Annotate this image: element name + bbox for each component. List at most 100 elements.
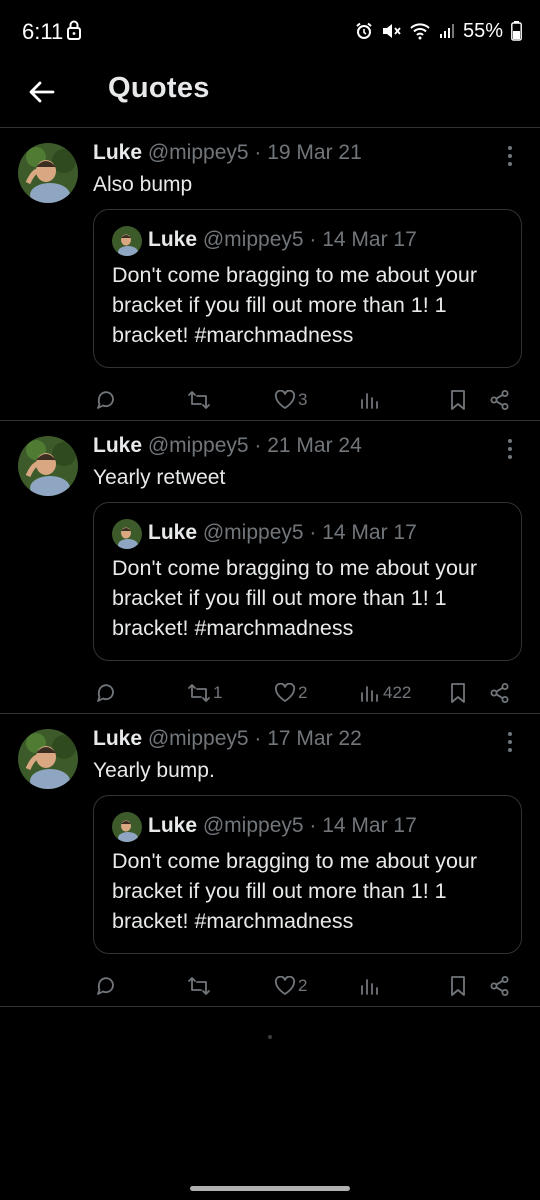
share-button[interactable] (489, 969, 511, 1003)
tweet-text: Also bump (93, 173, 193, 196)
bookmark-button[interactable] (448, 969, 468, 1003)
handle-date: @mippey5 · 17 Mar 22 (147, 727, 362, 750)
quote-tweet[interactable]: Luke @mippey5 · 17 Mar 22 Yearly bump. L… (0, 715, 540, 1007)
more-options-button[interactable] (500, 143, 520, 169)
tweet-text: Yearly bump. (93, 759, 215, 782)
views-button[interactable] (359, 383, 383, 417)
like-button[interactable]: 3 (274, 383, 307, 417)
wifi-icon (410, 23, 430, 40)
retweet-count: 1 (213, 683, 223, 702)
retweet-icon (188, 977, 210, 995)
reply-icon (97, 684, 114, 702)
avatar[interactable] (18, 729, 78, 789)
page-title: Quotes (108, 72, 210, 104)
reply-icon (97, 977, 114, 995)
reply-button[interactable] (95, 383, 119, 417)
quoted-avatar (112, 812, 142, 842)
share-button[interactable] (489, 383, 511, 417)
quoted-handle-date: @mippey5 · 14 Mar 17 (202, 228, 417, 251)
views-count: 422 (383, 683, 412, 702)
quoted-tweet[interactable]: Luke @mippey5 · 14 Mar 17 Don't come bra… (93, 209, 522, 368)
quoted-tweet[interactable]: Luke @mippey5 · 14 Mar 17 Don't come bra… (93, 795, 522, 954)
reply-button[interactable] (95, 676, 119, 710)
share-button[interactable] (489, 676, 511, 710)
avatar[interactable] (18, 436, 78, 496)
tweet-text: Yearly retweet (93, 466, 226, 489)
retweet-icon (188, 684, 210, 702)
display-name[interactable]: Luke (93, 727, 142, 750)
retweet-button[interactable]: 1 (187, 676, 222, 710)
quoted-header: Luke @mippey5 · 14 Mar 17 (148, 814, 417, 838)
more-vertical-icon (508, 732, 512, 736)
quoted-avatar (112, 226, 142, 256)
tweet-actions: 2 (93, 969, 523, 1003)
more-vertical-icon (508, 439, 512, 443)
share-icon (490, 683, 509, 703)
like-count: 2 (298, 683, 308, 702)
tweet-header: Luke @mippey5 · 19 Mar 21 (93, 141, 362, 165)
lock-icon (67, 20, 81, 40)
bookmark-icon (451, 976, 465, 996)
quoted-display-name: Luke (148, 228, 198, 251)
quoted-header: Luke @mippey5 · 14 Mar 17 (148, 521, 417, 545)
share-icon (490, 976, 509, 996)
arrow-left-icon (29, 81, 55, 103)
retweet-button[interactable] (187, 969, 213, 1003)
quoted-header: Luke @mippey5 · 14 Mar 17 (148, 228, 417, 252)
battery-percent: 55% (462, 19, 503, 42)
bookmark-button[interactable] (448, 676, 468, 710)
views-icon (361, 686, 378, 702)
more-options-button[interactable] (500, 436, 520, 462)
quoted-tweet[interactable]: Luke @mippey5 · 14 Mar 17 Don't come bra… (93, 502, 522, 661)
quoted-display-name: Luke (148, 814, 198, 837)
quoted-display-name: Luke (148, 521, 198, 544)
like-button[interactable]: 2 (274, 969, 307, 1003)
bookmark-icon (451, 390, 465, 410)
more-vertical-icon (508, 146, 512, 150)
tweet-actions: 1 2 422 (93, 676, 523, 710)
handle-date: @mippey5 · 19 Mar 21 (147, 141, 362, 164)
heart-icon (274, 976, 296, 995)
battery-icon (511, 21, 522, 41)
display-name[interactable]: Luke (93, 141, 142, 164)
retweet-icon (188, 391, 210, 409)
avatar[interactable] (18, 143, 78, 203)
more-options-button[interactable] (500, 729, 520, 755)
views-button[interactable] (359, 969, 383, 1003)
mute-icon (382, 24, 401, 38)
status-icons: 55% (355, 18, 522, 44)
bookmark-button[interactable] (448, 383, 468, 417)
alarm-icon (356, 22, 372, 39)
display-name[interactable]: Luke (93, 434, 142, 457)
signal-icon (439, 24, 454, 38)
views-icon (361, 393, 378, 409)
quoted-text: Don't come bragging to me about your bra… (112, 849, 478, 933)
reply-button[interactable] (95, 969, 119, 1003)
heart-icon (274, 390, 296, 409)
quote-tweet[interactable]: Luke @mippey5 · 19 Mar 21 Also bump Luke… (0, 129, 540, 421)
views-button[interactable]: 422 (359, 676, 411, 710)
like-count: 3 (298, 390, 308, 409)
quote-tweet[interactable]: Luke @mippey5 · 21 Mar 24 Yearly retweet… (0, 422, 540, 714)
quoted-text: Don't come bragging to me about your bra… (112, 263, 478, 347)
tweet-actions: 3 (93, 383, 523, 417)
bookmark-icon (451, 683, 465, 703)
quoted-handle-date: @mippey5 · 14 Mar 17 (202, 521, 417, 544)
tweet-header: Luke @mippey5 · 17 Mar 22 (93, 727, 362, 751)
share-icon (490, 390, 509, 410)
top-app-bar: Quotes (0, 62, 540, 128)
tweet-header: Luke @mippey5 · 21 Mar 24 (93, 434, 362, 458)
heart-icon (274, 683, 296, 702)
retweet-button[interactable] (187, 383, 213, 417)
quoted-text: Don't come bragging to me about your bra… (112, 556, 478, 640)
quoted-handle-date: @mippey5 · 14 Mar 17 (202, 814, 417, 837)
quoted-avatar (112, 519, 142, 549)
views-icon (361, 979, 378, 995)
handle-date: @mippey5 · 21 Mar 24 (147, 434, 362, 457)
like-button[interactable]: 2 (274, 676, 307, 710)
back-button[interactable] (22, 72, 62, 112)
status-time: 6:11 (22, 19, 64, 44)
like-count: 2 (298, 976, 308, 995)
home-gesture-bar[interactable] (190, 1186, 350, 1191)
status-bar: 6:11 55% (0, 0, 540, 62)
